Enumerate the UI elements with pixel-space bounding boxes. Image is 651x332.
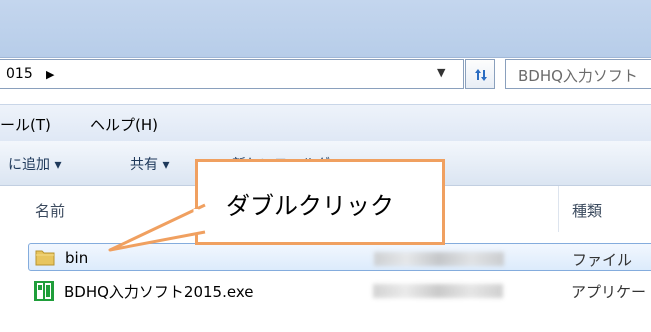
callout-text: ダブルクリック [226,192,394,220]
column-name[interactable]: 名前 [35,200,65,221]
folder-icon [35,250,55,266]
file-name: BDHQ入力ソフト2015.exe [64,283,254,301]
share-button[interactable]: 共有 ▾ [130,154,169,174]
address-dropdown-icon[interactable]: ▼ [437,66,445,79]
date-modified-blurred [373,284,503,298]
address-bar[interactable]: 015 ▶ ▼ [0,59,464,89]
file-row-bin[interactable]: bin ファイル [28,243,651,271]
menu-tools[interactable]: ール(T) [0,114,51,135]
breadcrumb-chevron-icon[interactable]: ▶ [46,68,54,81]
exe-icon [34,281,54,301]
add-to-library-button[interactable]: に追加 ▾ [8,154,61,174]
date-modified-blurred [374,252,504,266]
search-input[interactable]: BDHQ入力ソフト [505,59,651,89]
file-row-exe[interactable]: BDHQ入力ソフト2015.exe アプリケー [0,276,651,304]
refresh-button[interactable] [465,59,495,89]
address-path[interactable]: 015 [6,66,33,82]
menu-help[interactable]: ヘルプ(H) [90,114,158,135]
file-type: ファイル [572,251,633,269]
column-separator[interactable] [558,186,559,232]
search-placeholder: BDHQ入力ソフト [518,67,638,85]
column-type[interactable]: 種類 [572,200,602,221]
file-name: bin [65,249,89,267]
menu-bar: ール(T) ヘルプ(H) [0,104,651,142]
file-type: アプリケー [571,283,647,301]
window-titlebar [0,0,651,58]
callout-box: ダブルクリック [195,159,445,245]
refresh-icon [475,69,487,81]
